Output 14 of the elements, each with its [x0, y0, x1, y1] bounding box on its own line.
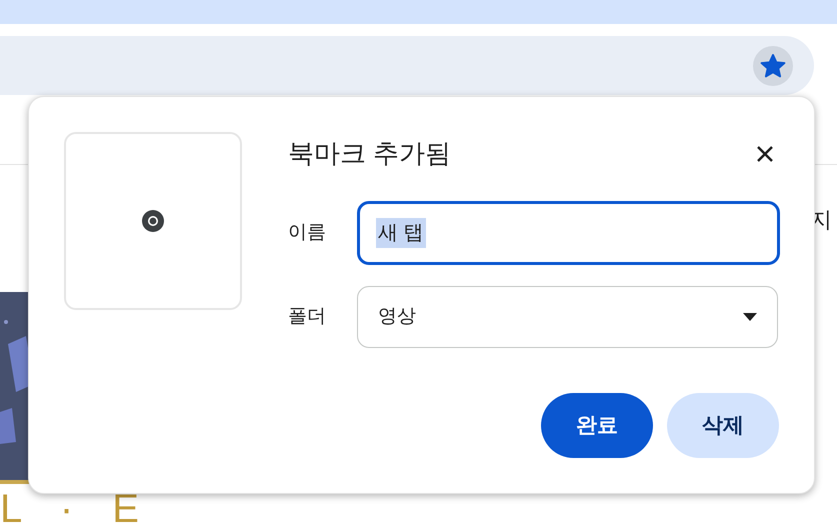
close-icon: [756, 144, 774, 162]
field-label: 폴더: [288, 304, 327, 329]
folder-dropdown[interactable]: 영상: [357, 286, 778, 348]
field-label: 이름: [288, 220, 327, 245]
logo-text: L · E: [0, 487, 153, 530]
remove-button[interactable]: 삭제: [667, 393, 779, 458]
dialog-title: 북마크 추가됨: [288, 137, 452, 170]
bookmark-button[interactable]: [753, 46, 793, 86]
done-button[interactable]: 완료: [541, 393, 653, 458]
name-input-field[interactable]: 새 탭: [357, 201, 780, 265]
browser-logo-icon: [141, 209, 165, 233]
caret-icon: [743, 313, 757, 321]
field-value: 새 탭: [376, 218, 426, 248]
dropdown-value: 영상: [378, 304, 416, 329]
